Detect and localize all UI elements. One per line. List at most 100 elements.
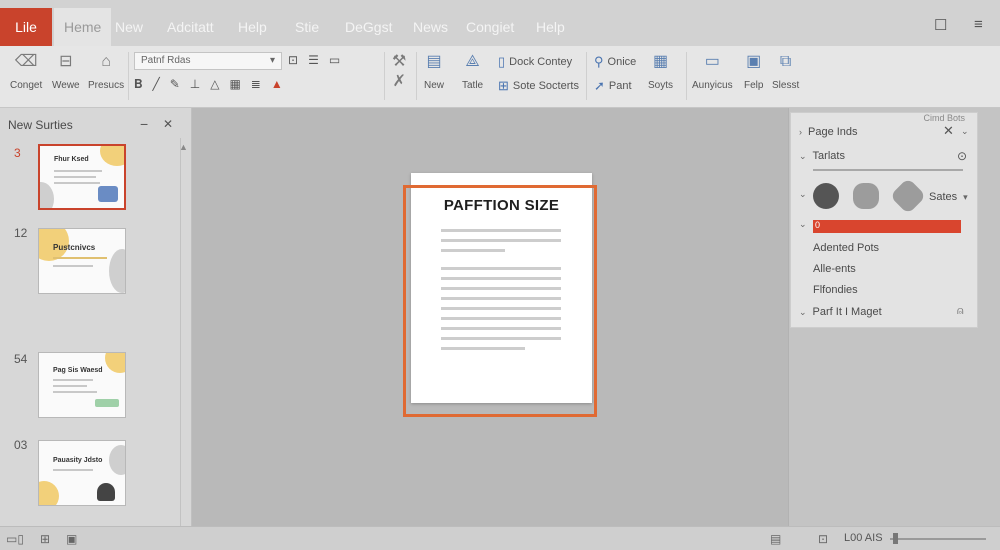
minimize-icon[interactable]: − <box>140 116 148 132</box>
menu-icon[interactable]: ≡ <box>974 16 983 33</box>
fit-icon[interactable]: ⊡ <box>818 532 828 546</box>
onice-button[interactable]: ⚲ Onice <box>594 54 636 70</box>
list-icon[interactable]: ☰ <box>308 53 319 67</box>
parf-maget-label: Parf It I Maget <box>812 306 882 318</box>
tab-stie[interactable]: Stie <box>285 8 329 46</box>
parf-maget-row[interactable]: ⌄ Parf It I Maget <box>799 306 882 318</box>
zoom-slider-handle[interactable] <box>893 533 898 544</box>
pen-icon[interactable]: ✎ <box>170 77 180 92</box>
ribbon-separator <box>384 52 385 100</box>
italic-icon[interactable]: ╱ <box>152 77 159 92</box>
clock-icon[interactable]: ⊙ <box>957 149 967 163</box>
slide-thumbnail-3[interactable]: Pag Sis Waesd <box>38 352 126 418</box>
bullet-icon[interactable]: ≣ <box>251 77 261 92</box>
pant-button[interactable]: ➚ Pant <box>594 78 632 94</box>
flfondies-label: Flfondies <box>813 284 858 296</box>
restore-icon[interactable]: ☐ <box>934 16 947 34</box>
selection-frame[interactable] <box>403 185 597 417</box>
cursor-icon: ➚ <box>594 78 605 93</box>
tab-help-2[interactable]: Help <box>526 8 575 46</box>
tab-file[interactable]: Lile <box>0 8 52 46</box>
text-line <box>53 469 93 471</box>
font-name-field[interactable]: Patnf Rdas ▾ <box>134 52 282 70</box>
zoom-slider[interactable] <box>890 538 986 540</box>
book-icon[interactable]: ⊞ <box>40 532 50 546</box>
building-icon: ⌂ <box>101 53 111 70</box>
tab-news[interactable]: News <box>403 8 458 46</box>
sates-label: Sates <box>929 191 958 203</box>
presucs-button[interactable]: ⌂ Presucs <box>88 52 124 91</box>
adented-pots-item[interactable]: Adented Pots <box>813 242 879 254</box>
close-icon[interactable]: ✕ <box>943 123 954 139</box>
soyts-button[interactable]: ▦ Soyts <box>648 52 673 91</box>
close-icon[interactable]: ✕ <box>163 117 173 131</box>
sates-dropdown[interactable]: Sates ▾ <box>929 191 968 203</box>
notes-icon[interactable]: ▤ <box>770 532 781 546</box>
new-button[interactable]: ▤ New <box>424 52 444 91</box>
zoom-label: L00 AIS <box>844 532 883 544</box>
color-swatch-dark[interactable] <box>813 183 839 209</box>
chevron-down-icon[interactable]: ⌄ <box>961 126 969 137</box>
help-panel-icon: ▣ <box>746 53 762 70</box>
grid-icon[interactable]: ▦ <box>229 77 240 92</box>
dock-contey-button[interactable]: ▯ Dock Contey <box>498 54 572 70</box>
people-illustration <box>98 186 118 202</box>
allents-item[interactable]: Alle-ents <box>813 263 856 275</box>
tab-home[interactable]: Heme <box>54 8 112 46</box>
title-button[interactable]: ⟁ Tatle <box>462 52 483 91</box>
slide-thumbnail-1[interactable]: Fhur Ksed <box>38 144 126 210</box>
allents-label: Alle-ents <box>813 263 856 275</box>
conget-button[interactable]: ⌫ Conget <box>10 52 42 91</box>
pane-divider <box>788 108 789 526</box>
accent-color-bar[interactable]: 0 <box>813 220 961 233</box>
bold-icon[interactable]: 𝐁 <box>134 77 142 92</box>
presucs-label: Presucs <box>88 80 125 91</box>
font-color-icon[interactable]: ▲ <box>271 77 283 92</box>
text-line <box>53 379 93 381</box>
grid-view-icon[interactable]: ▣ <box>66 532 77 546</box>
format-pane: Cimd Bots › Page Inds ✕ ⌄ ⌄ Tarlats ⊙ ⌄ … <box>788 108 1000 526</box>
ribbon-separator <box>586 52 587 100</box>
tab-congiet[interactable]: Congiet <box>456 8 524 46</box>
text-line <box>54 170 102 172</box>
align-icon[interactable]: ▭ <box>329 53 340 67</box>
font-size-controls: ⊡ ☰ ▭ <box>288 53 340 67</box>
slide-number: 03 <box>14 438 28 452</box>
tab-help[interactable]: Help <box>228 8 277 46</box>
sote-socterts-button[interactable]: ⊞ Sote Socterts <box>498 78 579 94</box>
color-swatch-light[interactable] <box>853 183 879 209</box>
felp-button[interactable]: ▣ Felp <box>744 52 763 91</box>
tarlats-slider[interactable] <box>813 169 963 171</box>
shape-icon[interactable]: △ <box>210 77 219 92</box>
aunyicus-button[interactable]: ▭ Aunyicus <box>692 52 733 91</box>
slide-thumbnail-2[interactable]: Pustcnivcs <box>38 228 126 294</box>
bell-icon[interactable]: ⍝ <box>957 305 964 318</box>
chevron-down-icon[interactable]: ⌄ <box>799 219 807 230</box>
slide-panel: New Surties − ✕ ▲ 3 Fhur Ksed 12 Pustcni… <box>0 108 192 526</box>
tab-design[interactable]: DeGgst <box>335 8 402 46</box>
color-swatch-shape[interactable] <box>889 177 927 215</box>
chevron-down-icon[interactable]: ⌄ <box>799 189 807 200</box>
tools-button[interactable]: ⚒ ✗ <box>392 52 406 92</box>
wewe-button[interactable]: ⊟ Wewe <box>52 52 80 91</box>
normal-view-icon[interactable]: ▭▯ <box>6 532 24 546</box>
tab-adcitatt[interactable]: Adcitatt <box>157 8 224 46</box>
tab-new[interactable]: New <box>105 8 153 46</box>
slide-panel-scrollbar[interactable]: ▲ <box>179 138 190 526</box>
scroll-up-icon[interactable]: ▲ <box>179 142 188 152</box>
page-inds-row[interactable]: › Page Inds <box>799 126 858 138</box>
ribbon-separator <box>416 52 417 100</box>
ribbon: ⌫ Conget ⊟ Wewe ⌂ Presucs Patnf Rdas ▾ ⊡… <box>0 46 1000 108</box>
slide-thumbnail-4[interactable]: Pauasity Jdsto <box>38 440 126 506</box>
status-bar: ▭▯ ⊞ ▣ ▤ ⊡ L00 AIS <box>0 526 1000 550</box>
format-pane-caption: Cimd Bots <box>923 113 965 123</box>
lock-icon[interactable]: ⊡ <box>288 53 298 67</box>
underline-icon[interactable]: ⊥ <box>190 77 200 92</box>
slide-canvas[interactable]: PAFFTION SIZE <box>193 108 788 526</box>
flfondies-item[interactable]: Flfondies <box>813 284 858 296</box>
tarlats-row[interactable]: ⌄ Tarlats <box>799 150 845 162</box>
sleset-button[interactable]: ⧉ Slesst <box>772 52 799 91</box>
search-icon: ⚲ <box>594 54 604 69</box>
document-icon: ▯ <box>498 54 506 69</box>
conget-label: Conget <box>10 80 43 91</box>
